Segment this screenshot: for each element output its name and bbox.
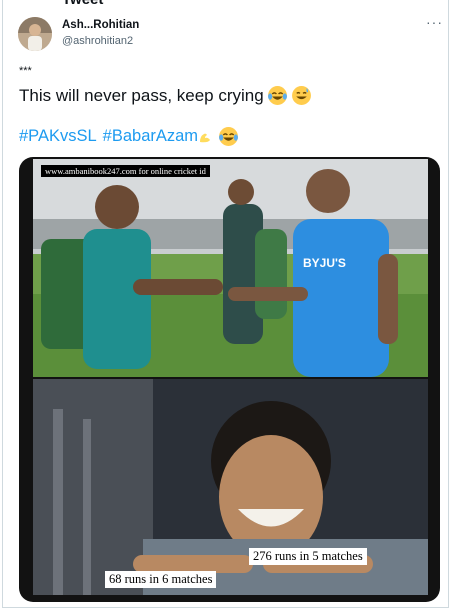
grinning-face-with-sweat-icon (291, 86, 311, 105)
watermark: www.ambanibook247.com for online cricket… (41, 165, 210, 177)
hashtags: #PAKvsSL #BabarAzam (19, 126, 239, 147)
hashtag-link[interactable]: #BabarAzam (103, 127, 198, 146)
tweet-text: This will never pass, keep crying (19, 85, 312, 106)
author-handle[interactable]: @ashrohitian2 (62, 35, 133, 47)
meme-image[interactable]: BYJU'S www.ambanibook247.com for online … (19, 157, 440, 602)
caption-bottom: 68 runs in 6 matches (105, 571, 217, 588)
tweet-text-content: This will never pass, keep crying (19, 85, 264, 105)
meme-panel-handshake: BYJU'S www.ambanibook247.com for online … (33, 159, 428, 377)
hashtag-link[interactable]: #PAKvsSL (19, 127, 97, 146)
flexed-biceps-icon (200, 133, 211, 142)
tweet-text-line: *** (19, 65, 32, 77)
meme-panel-laughing: 276 runs in 5 matches 68 runs in 6 match… (33, 379, 428, 595)
caption-top: 276 runs in 5 matches (249, 548, 367, 565)
face-with-tears-of-joy-icon (219, 127, 238, 146)
jersey-text: BYJU'S (303, 256, 346, 270)
more-dots-icon[interactable]: ··· (426, 14, 443, 30)
author-name[interactable]: Ash...Rohitian (62, 19, 139, 31)
avatar[interactable] (18, 17, 52, 51)
face-with-tears-of-joy-icon (267, 86, 287, 105)
page-title: Tweet (62, 0, 103, 8)
